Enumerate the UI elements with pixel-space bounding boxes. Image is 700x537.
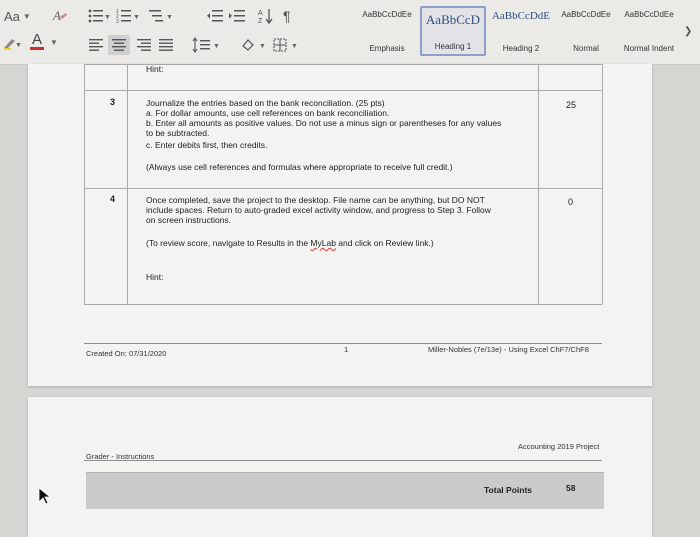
- note-text: and click on Review link.): [335, 238, 434, 248]
- footer-page-number: 1: [344, 345, 349, 354]
- note-text: (To review score, navigate to Results in…: [146, 238, 311, 248]
- svg-text:▼: ▼: [291, 43, 298, 50]
- instruction-line: a. For dollar amounts, use cell referenc…: [146, 108, 390, 118]
- styles-gallery: AaBbCcDdEe Emphasis AaBbCcD Heading 1 Aa…: [355, 6, 695, 58]
- svg-text:3: 3: [116, 19, 119, 24]
- total-points-value: 58: [566, 483, 576, 493]
- step-number: 3: [110, 97, 116, 107]
- mouse-cursor-icon: [38, 487, 52, 510]
- increase-indent-icon[interactable]: [228, 8, 246, 24]
- total-points-label: Total Points: [484, 485, 533, 495]
- points-value: 0: [568, 197, 574, 207]
- svg-text:▼: ▼: [166, 14, 173, 21]
- mylab-text: MyLab: [310, 238, 336, 248]
- style-sample: AaBbCcDdE: [491, 10, 551, 22]
- bullets-icon[interactable]: ▼: [88, 8, 110, 24]
- svg-text:Z: Z: [258, 18, 263, 25]
- document-page: Hint: 3 Journalize the entries based on …: [28, 64, 652, 386]
- justify-icon[interactable]: [158, 38, 174, 52]
- multilevel-list-icon[interactable]: ▼: [148, 8, 174, 24]
- table-border: [127, 64, 128, 304]
- svg-text:▼: ▼: [259, 43, 266, 50]
- table-border: [84, 90, 602, 91]
- style-heading-2[interactable]: AaBbCcDdE Heading 2: [489, 6, 553, 56]
- borders-icon[interactable]: ▼: [272, 37, 302, 53]
- footer-created-date: Created On: 07/31/2020: [86, 349, 167, 358]
- style-normal-indent[interactable]: AaBbCcDdEe Normal Indent: [617, 6, 681, 56]
- instruction-line: on screen instructions.: [146, 215, 232, 225]
- style-name: Heading 1: [434, 42, 472, 51]
- numbering-icon[interactable]: 1 2 3 ▼: [116, 8, 140, 24]
- style-sample: AaBbCcDdEe: [362, 10, 412, 19]
- instruction-line: to be subtracted.: [146, 128, 210, 138]
- table-border: [538, 64, 539, 304]
- align-center-icon[interactable]: [108, 35, 130, 55]
- style-name: Normal Indent: [623, 44, 675, 53]
- style-heading-1[interactable]: AaBbCcD Heading 1: [420, 6, 486, 56]
- style-sample: AaBbCcDdEe: [624, 10, 674, 19]
- chevron-down-icon[interactable]: ▼: [50, 38, 58, 47]
- decrease-indent-icon[interactable]: [206, 8, 224, 24]
- style-name: Heading 2: [502, 44, 540, 53]
- instruction-line: include spaces. Return to auto-graded ex…: [146, 205, 491, 215]
- svg-text:▼: ▼: [104, 14, 110, 21]
- header-project-title: Accounting 2019 Project: [518, 442, 600, 451]
- points-value: 25: [566, 100, 577, 110]
- header-rule: [84, 460, 602, 461]
- instruction-line: Once completed, save the project to the …: [146, 195, 485, 205]
- hint-label: Hint:: [146, 64, 164, 74]
- align-left-icon[interactable]: [88, 38, 104, 52]
- footer-title: Miller-Nobles (7e/13e) - Using Excel ChF…: [428, 345, 589, 354]
- table-border: [84, 188, 602, 189]
- svg-text:▼: ▼: [133, 14, 140, 21]
- style-name: Normal: [573, 44, 599, 53]
- svg-text:A: A: [258, 10, 263, 17]
- show-formatting-marks-icon[interactable]: ¶: [283, 8, 291, 24]
- table-border: [84, 64, 85, 304]
- change-case-button[interactable]: Aa ▼: [4, 9, 31, 24]
- instruction-line: b. Enter all amounts as positive values.…: [146, 118, 502, 128]
- change-case-label: Aa: [4, 9, 20, 24]
- sort-icon[interactable]: AZ: [258, 7, 274, 25]
- table-border: [84, 304, 602, 305]
- style-sample: AaBbCcDdEe: [561, 10, 611, 19]
- document-page: Accounting 2019 Project Grader - Instruc…: [28, 397, 652, 537]
- chevron-right-icon[interactable]: ❯: [684, 26, 692, 37]
- svg-text:▼: ▼: [15, 42, 22, 49]
- total-points-row: Total Points 58: [86, 472, 604, 509]
- hint-label: Hint:: [146, 272, 164, 282]
- footer-rule: [84, 343, 602, 344]
- instruction-note: (To review score, navigate to Results in…: [146, 238, 434, 248]
- ribbon-toolbar: Aa ▼ A ▼ A ▼ ▼ 1 2 3 ▼ ▼ AZ ¶ ▼ ▼ ▼ AaBb…: [0, 0, 700, 65]
- instruction-line: Journalize the entries based on the bank…: [146, 98, 385, 108]
- table-border: [602, 64, 603, 304]
- shading-icon[interactable]: ▼: [240, 37, 270, 53]
- instruction-note: (Always use cell references and formulas…: [146, 162, 453, 172]
- highlight-pen-icon[interactable]: ▼: [2, 36, 22, 50]
- font-color-button[interactable]: A: [30, 32, 44, 50]
- align-right-icon[interactable]: [136, 38, 152, 52]
- line-spacing-icon[interactable]: ▼: [192, 37, 222, 53]
- svg-text:A: A: [52, 8, 61, 23]
- chevron-down-icon: ▼: [22, 12, 31, 21]
- clear-formatting-icon[interactable]: A: [52, 7, 68, 23]
- style-emphasis[interactable]: AaBbCcDdEe Emphasis: [355, 6, 419, 56]
- step-number: 4: [110, 194, 116, 204]
- style-sample: AaBbCcD: [425, 12, 481, 27]
- style-normal[interactable]: AaBbCcDdEe Normal: [554, 6, 618, 56]
- style-name: Emphasis: [369, 44, 405, 53]
- svg-text:▼: ▼: [213, 43, 220, 50]
- instruction-line: c. Enter debits first, then credits.: [146, 140, 268, 150]
